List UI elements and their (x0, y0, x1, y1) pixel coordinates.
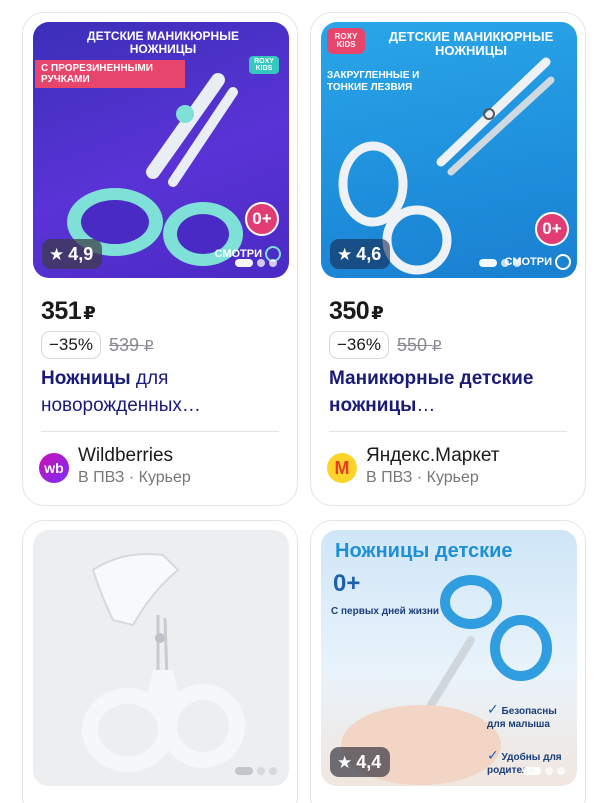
product-card[interactable]: ДЕТСКИЕ МАНИКЮРНЫЕ НОЖНИЦЫ С ПРОРЕЗИНЕНН… (22, 12, 298, 506)
old-price-value: 539 (108, 334, 139, 355)
rating-badge: ★ 4,6 (330, 239, 391, 269)
image-pager[interactable] (479, 259, 521, 267)
feature-1: ✓ Безопасны для малыша (487, 700, 567, 731)
price-value: 350 (329, 297, 370, 325)
rating-badge: ★ 4,4 (330, 747, 391, 777)
check-icon: ✓ (487, 701, 499, 717)
image-pager[interactable] (523, 767, 565, 775)
product-card[interactable] (22, 520, 298, 803)
product-title[interactable]: Ножницы для новорожденных… (41, 365, 291, 419)
product-image[interactable]: Ножницы детские 0+ С первых дней жизни ✓… (321, 530, 577, 786)
seller-name: Wildberries (78, 445, 174, 466)
discount-row: −35% 539 ₽ (41, 331, 154, 359)
image-pager[interactable] (235, 259, 277, 267)
star-icon: ★ (49, 244, 65, 264)
yandex-market-logo-icon: M (327, 453, 357, 483)
rating-badge: ★ 4,9 (42, 239, 103, 269)
price-currency: ₽ (371, 303, 384, 323)
old-price-currency: ₽ (432, 337, 442, 355)
discount-badge: −35% (41, 331, 101, 359)
price-currency: ₽ (83, 303, 96, 323)
product-image[interactable]: ROXY KIDS ДЕТСКИЕ МАНИКЮРНЫЕ НОЖНИЦЫ ЗАК… (321, 22, 577, 278)
rating-value: 4,4 (356, 751, 382, 772)
divider (41, 431, 279, 432)
discount-badge: −36% (329, 331, 389, 359)
check-icon: ✓ (487, 747, 499, 763)
scissors-illustration (82, 553, 245, 772)
old-price: 550 ₽ (397, 335, 442, 356)
old-price-currency: ₽ (144, 337, 154, 355)
rating-value: 4,6 (356, 243, 382, 264)
product-title-bold: Ножницы (41, 368, 131, 389)
rating-value: 4,9 (68, 243, 94, 264)
product-title[interactable]: Маникюрные детские ножницы… (329, 365, 579, 419)
price: 351 ₽ (41, 297, 96, 326)
product-image[interactable]: ДЕТСКИЕ МАНИКЮРНЫЕ НОЖНИЦЫ С ПРОРЕЗИНЕНН… (33, 22, 289, 278)
seller-info[interactable]: wb Wildberries В ПВЗ · Курьер (39, 445, 191, 487)
star-icon: ★ (337, 244, 353, 264)
seller-info[interactable]: M Яндекс.Маркет В ПВЗ · Курьер (327, 445, 500, 487)
seller-delivery: В ПВЗ · Курьер (366, 469, 479, 486)
price-value: 351 (41, 297, 82, 325)
wildberries-logo-icon: wb (39, 453, 69, 483)
product-card[interactable]: Ножницы детские 0+ С первых дней жизни ✓… (310, 520, 586, 803)
old-price: 539 ₽ (109, 335, 154, 356)
product-image[interactable] (33, 530, 289, 786)
price: 350 ₽ (329, 297, 384, 326)
seller-delivery: В ПВЗ · Курьер (78, 469, 191, 486)
divider (329, 431, 567, 432)
image-pager[interactable] (235, 767, 277, 775)
star-icon: ★ (337, 752, 353, 772)
old-price-value: 550 (396, 334, 427, 355)
age-badge: 0+ (535, 212, 569, 246)
product-grid: ДЕТСКИЕ МАНИКЮРНЫЕ НОЖНИЦЫ С ПРОРЕЗИНЕНН… (0, 0, 600, 803)
seller-name: Яндекс.Маркет (366, 445, 500, 466)
play-icon (555, 254, 571, 270)
product-title-rest: … (416, 395, 436, 416)
discount-row: −36% 550 ₽ (329, 331, 442, 359)
age-badge: 0+ (245, 202, 279, 236)
product-card[interactable]: ROXY KIDS ДЕТСКИЕ МАНИКЮРНЫЕ НОЖНИЦЫ ЗАК… (310, 12, 586, 506)
